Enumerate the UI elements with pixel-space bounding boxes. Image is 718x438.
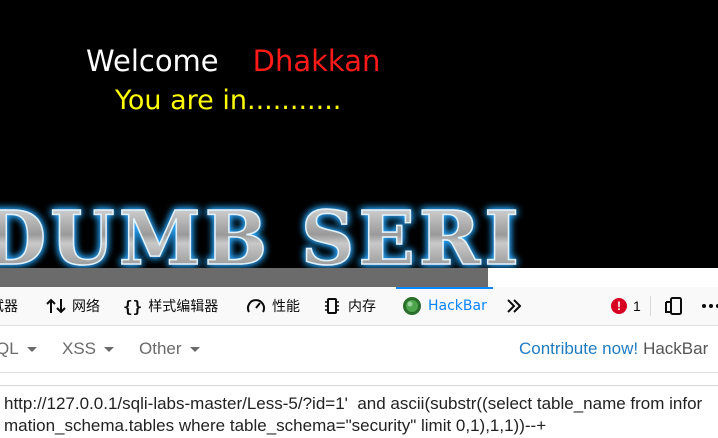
menu-other[interactable]: Other	[139, 326, 200, 372]
menu-sql[interactable]: QL	[0, 326, 37, 372]
hackbar-brand: HackBar	[643, 339, 709, 358]
devtools-toolbar: 试器 网络 {} 样式编辑器 性能 内存 HackBar ! 1	[0, 287, 718, 326]
menu-xss-label: XSS	[62, 339, 97, 358]
network-icon	[46, 298, 66, 314]
welcome-label: Welcome	[86, 44, 219, 78]
tab-label: 网络	[72, 299, 100, 315]
scrollbar-thumb[interactable]	[0, 268, 488, 287]
error-icon: !	[611, 298, 627, 314]
style-editor-icon: {}	[123, 296, 143, 316]
username: Dhakkan	[252, 44, 381, 78]
responsive-mode-icon	[665, 297, 682, 315]
hackbar-icon	[403, 297, 421, 315]
more-tabs-button[interactable]	[505, 287, 529, 325]
login-status: You are in...........	[115, 85, 342, 116]
performance-icon	[247, 299, 265, 313]
url-value[interactable]: http://127.0.0.1/sqli-labs-master/Less-5…	[4, 393, 709, 437]
welcome-message: Welcome Dhakkan	[86, 44, 380, 78]
tab-debugger[interactable]: 试器	[0, 287, 18, 325]
devtools-panel: 试器 网络 {} 样式编辑器 性能 内存 HackBar ! 1	[0, 287, 718, 438]
tab-label: 内存	[348, 299, 376, 315]
contribute-area: Contribute now! HackBar	[519, 326, 708, 372]
error-counter[interactable]: ! 1	[611, 287, 641, 325]
tab-hackbar[interactable]: HackBar	[396, 287, 493, 325]
banner-image: DUMB SERI	[0, 195, 523, 268]
caret-down-icon	[26, 346, 37, 352]
menu-sql-label: QL	[0, 339, 19, 358]
page-viewport: Welcome Dhakkan You are in........... DUM…	[0, 0, 718, 268]
tab-label: HackBar	[428, 298, 487, 314]
more-options-icon	[702, 304, 718, 308]
banner-text: DUMB SERI	[0, 196, 523, 268]
tab-label: 性能	[272, 299, 300, 315]
menu-xss[interactable]: XSS	[62, 326, 115, 372]
contribute-link[interactable]: Contribute now!	[519, 339, 638, 359]
tab-label: 试器	[0, 299, 18, 315]
options-menu-button[interactable]	[700, 287, 718, 325]
caret-down-icon	[189, 346, 200, 352]
responsive-design-button[interactable]	[664, 287, 690, 325]
double-chevron-right-icon	[507, 299, 522, 313]
toolbar-divider	[650, 296, 651, 316]
menu-other-label: Other	[139, 339, 182, 358]
hackbar-menu: QL XSS Other Contribute now! HackBar	[0, 326, 718, 373]
tab-label: 样式编辑器	[148, 299, 219, 315]
caret-down-icon	[104, 346, 115, 352]
tab-performance[interactable]: 性能	[246, 287, 300, 325]
memory-icon	[325, 298, 339, 314]
tab-style-editor[interactable]: {} 样式编辑器	[123, 287, 218, 325]
error-count: 1	[633, 298, 641, 314]
horizontal-scrollbar[interactable]	[0, 268, 718, 287]
url-textarea[interactable]: http://127.0.0.1/sqli-labs-master/Less-5…	[0, 385, 718, 438]
tab-network[interactable]: 网络	[46, 287, 100, 325]
tab-memory[interactable]: 内存	[322, 287, 376, 325]
